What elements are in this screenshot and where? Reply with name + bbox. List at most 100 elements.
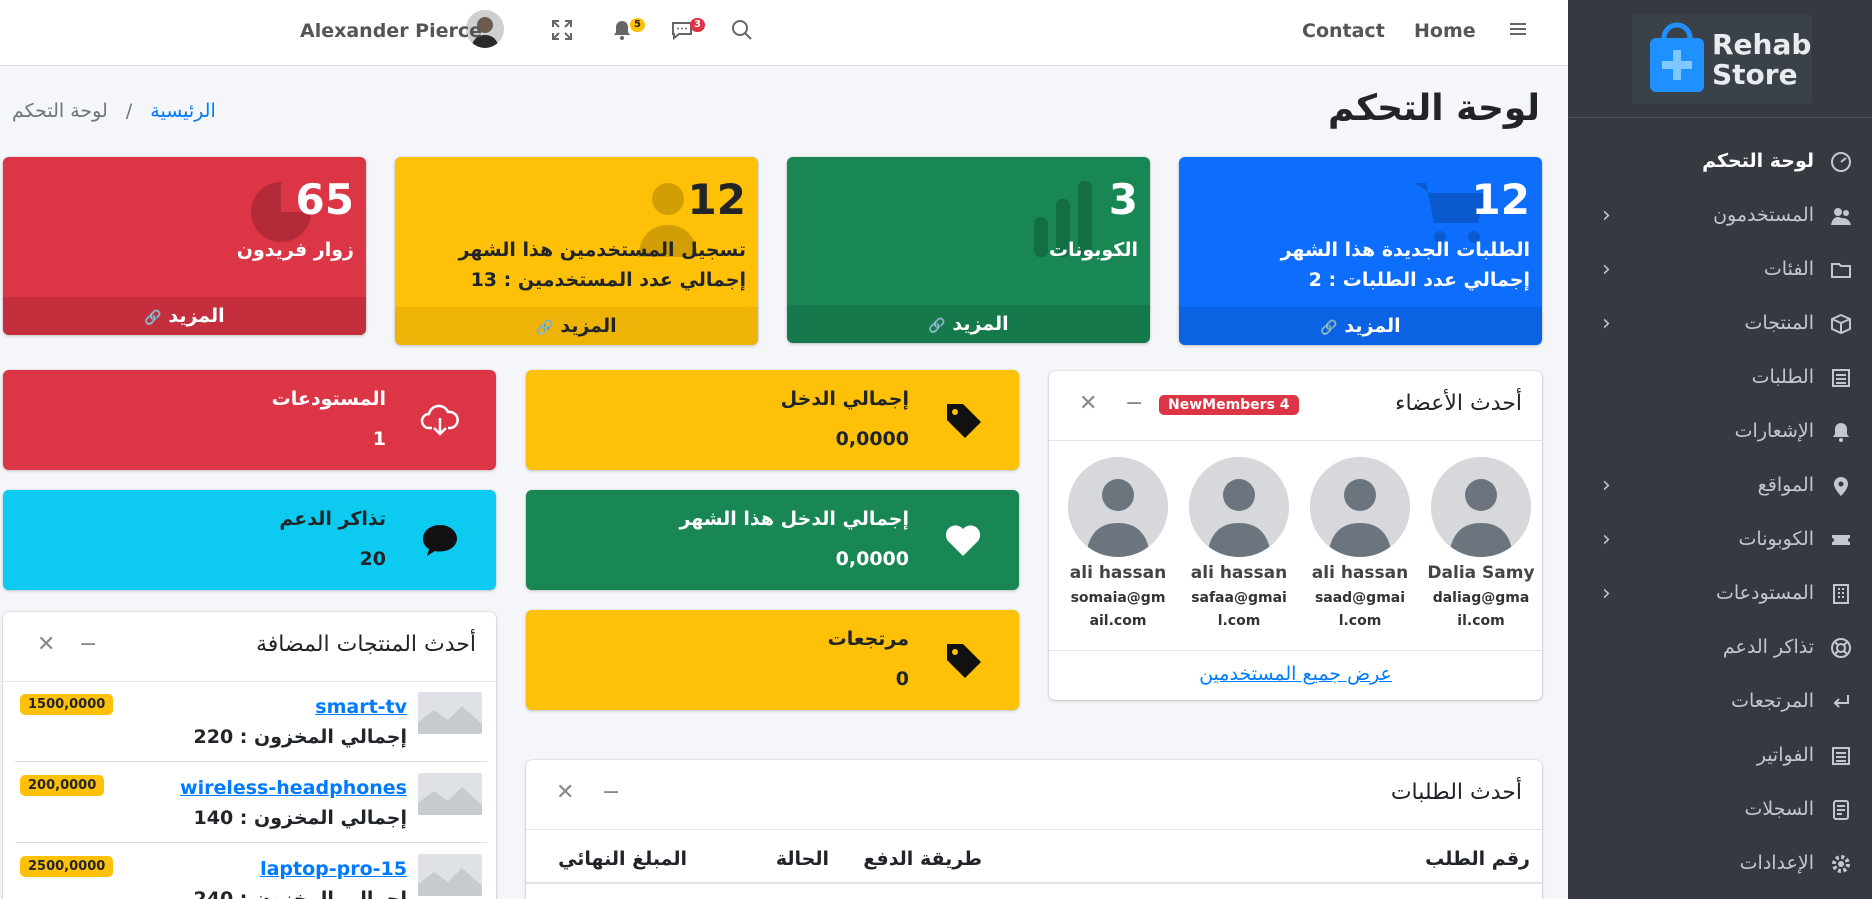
orders-col-final-amount: المبلغ النهائي [558, 848, 687, 870]
sidebar-item-label: السجلات [1744, 798, 1814, 820]
product-name-link[interactable]: smart-tv [315, 696, 407, 718]
total-income-title: إجمالي الدخل [780, 388, 909, 410]
sidebar-item-6[interactable]: المواقع ‹ [1568, 467, 1872, 507]
orders-col-order-number: رقم الطلب [1425, 848, 1530, 870]
chevron-left-icon: ‹ [1602, 257, 1611, 282]
tickets-box: تذاكر الدعم 20 [3, 490, 496, 590]
orders-col-payment-method: طريقة الدفع [863, 848, 982, 870]
link-icon: 🔗 [928, 318, 946, 334]
month-income-value: 0,0000 [835, 548, 909, 570]
return-icon [1833, 695, 1849, 708]
close-icon[interactable]: ✕ [37, 634, 55, 656]
sidebar-item-3[interactable]: المنتجات ‹ [1568, 305, 1872, 345]
sidebar-item-1[interactable]: المستخدمون ‹ [1568, 197, 1872, 237]
orders-more-label: المزيد [1344, 315, 1401, 337]
orders-table-head-divider [526, 882, 1542, 884]
link-icon: 🔗 [144, 310, 162, 326]
view-all-users-link[interactable]: عرض جميع المستخدمين [1199, 663, 1392, 685]
tickets-value: 20 [359, 548, 386, 570]
orders-total: إجمالي عدد الطلبات : 2 [1308, 269, 1530, 291]
member-item[interactable]: ali hassan somaia@gmail.com [1058, 457, 1178, 633]
collapse-icon[interactable]: − [1125, 393, 1143, 415]
total-income-value: 0,0000 [835, 428, 909, 450]
user-name[interactable]: Alexander Pierce [300, 20, 482, 42]
member-item[interactable]: ali hassan saad@gmail.com [1300, 457, 1420, 633]
users-more-link[interactable]: المزيد 🔗 [395, 307, 758, 345]
orders-icon [1832, 369, 1850, 387]
close-icon[interactable]: ✕ [1079, 393, 1097, 415]
warehouses-title: المستودعات [271, 388, 386, 410]
returns-box: مرتجعات 0 [526, 610, 1019, 710]
new-members-badge: NewMembers 4 [1159, 395, 1299, 415]
nav-link-contact[interactable]: Contact [1302, 20, 1385, 42]
chevron-left-icon: ‹ [1602, 581, 1611, 606]
heart-icon [945, 525, 981, 556]
product-price-badge: 1500,0000 [20, 694, 114, 715]
product-name-link[interactable]: wireless-headphones [180, 777, 407, 799]
page-title: لوحة التحكم [1327, 88, 1540, 129]
users-small-box: 12 تسجيل المستخدمين هذا الشهر إجمالي عدد… [395, 157, 758, 345]
sidebar-item-label: الكوبونات [1738, 528, 1814, 550]
collapse-icon[interactable]: − [79, 634, 97, 656]
member-email: daliag@gmail.com [1432, 590, 1530, 629]
collapse-icon[interactable]: − [602, 782, 620, 804]
product-item: smart-tv إجمالي المخزون : 220 1500,0000 [15, 682, 487, 762]
tag-icon [947, 404, 981, 438]
menu-toggle-icon[interactable] [1510, 18, 1528, 46]
chevron-left-icon: ‹ [1602, 527, 1611, 552]
coupons-count: 3 [1108, 175, 1138, 224]
sidebar-item-label: المنتجات [1744, 312, 1814, 334]
sidebar-item-12[interactable]: السجلات [1568, 791, 1872, 831]
sidebar-item-4[interactable]: الطلبات [1568, 359, 1872, 399]
members-card-header: أحدث الأعضاء NewMembers 4 − ✕ [1049, 371, 1542, 441]
users-count: 12 [687, 175, 746, 224]
orders-more-link[interactable]: المزيد 🔗 [1179, 307, 1542, 345]
nav-link-home[interactable]: Home [1414, 20, 1476, 42]
fullscreen-icon[interactable] [550, 18, 574, 50]
search-icon[interactable] [730, 18, 754, 50]
product-image-placeholder[interactable] [418, 692, 482, 734]
sidebar-item-5[interactable]: الإشعارات [1568, 413, 1872, 453]
sidebar-item-label: الإعدادات [1739, 852, 1814, 874]
sidebar-item-8[interactable]: المستودعات ‹ [1568, 575, 1872, 615]
close-icon[interactable]: ✕ [556, 782, 574, 804]
sidebar: Rehab Store لوحة التحكم المستخدمون ‹ الفئات… [1568, 0, 1872, 899]
warehouses-box: المستودعات 1 [3, 370, 496, 470]
member-email: somaia@gmail.com [1070, 590, 1166, 629]
orders-count: 12 [1471, 175, 1530, 224]
sidebar-item-10[interactable]: المرتجعات [1568, 683, 1872, 723]
month-income-title: إجمالي الدخل هذا الشهر [679, 508, 909, 530]
member-item[interactable]: ali hassan safaa@gmail.com [1179, 457, 1299, 633]
product-stock: إجمالي المخزون : 220 [193, 726, 407, 748]
product-image-placeholder[interactable] [418, 773, 482, 815]
returns-value: 0 [895, 668, 909, 690]
coupons-more-link[interactable]: المزيد 🔗 [787, 305, 1150, 343]
warehouse-icon [1833, 584, 1849, 604]
users-total: إجمالي عدد المستخدمين : 13 [470, 269, 746, 291]
sidebar-item-9[interactable]: تذاكر الدعم [1568, 629, 1872, 669]
member-item[interactable]: Dalia Samy daliag@gmail.com [1421, 457, 1541, 633]
breadcrumb-home-link[interactable]: الرئيسية [150, 100, 215, 122]
latest-products-card: أحدث المنتجات المضافة − ✕ smart-tv إجمالي… [3, 612, 496, 899]
member-avatar [1431, 457, 1531, 557]
product-name-link[interactable]: laptop-pro-15 [260, 858, 407, 880]
sidebar-item-label: المستودعات [1715, 582, 1814, 604]
sidebar-item-7[interactable]: الكوبونات ‹ [1568, 521, 1872, 561]
sidebar-item-0[interactable]: لوحة التحكم [1568, 143, 1872, 183]
chevron-left-icon: ‹ [1602, 473, 1611, 498]
sidebar-item-13[interactable]: الإعدادات [1568, 845, 1872, 885]
sidebar-item-11[interactable]: الفواتير [1568, 737, 1872, 777]
visitors-more-link[interactable]: المزيد 🔗 [3, 297, 366, 335]
coupons-more-label: المزيد [952, 313, 1009, 335]
sidebar-item-label: الفواتير [1756, 744, 1814, 766]
product-item: wireless-headphones إجمالي المخزون : 140 2… [15, 763, 487, 843]
visitors-label: زوار فريدون [236, 239, 354, 261]
notifications-count-badge: 5 [630, 18, 645, 32]
messages-count-badge: 3 [690, 18, 705, 32]
brand-logo[interactable]: Rehab Store [1632, 14, 1812, 104]
members-card-footer: عرض جميع المستخدمين [1049, 650, 1542, 700]
product-image-placeholder[interactable] [418, 854, 482, 896]
member-email: saad@gmail.com [1314, 590, 1406, 629]
sidebar-item-2[interactable]: الفئات ‹ [1568, 251, 1872, 291]
orders-small-box: 12 الطلبات الجديدة هذا الشهر إجمالي عدد … [1179, 157, 1542, 345]
